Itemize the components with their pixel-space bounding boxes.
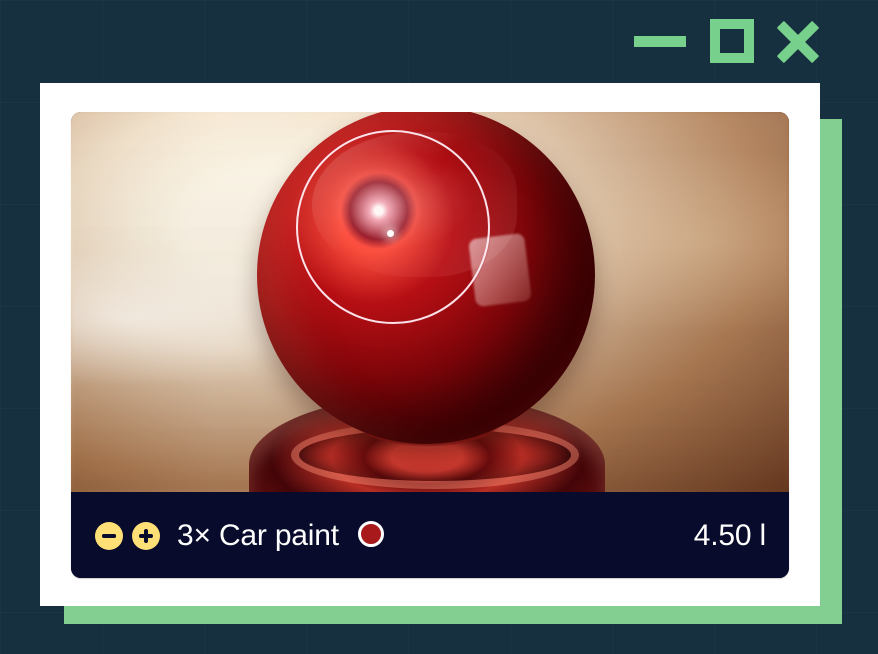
reflection-highlight-ring	[296, 130, 490, 324]
window-controls	[634, 18, 824, 66]
product-info-bar: 3× Car paint 4.50 l	[71, 492, 789, 578]
product-title: 3× Car paint	[177, 519, 339, 552]
product-window: 3× Car paint 4.50 l	[40, 83, 820, 606]
minimize-icon[interactable]	[634, 36, 686, 47]
specular-glint	[387, 230, 394, 237]
maximize-icon[interactable]	[710, 19, 754, 63]
color-swatch	[358, 521, 384, 547]
car-paint-material-preview	[71, 112, 789, 492]
product-card: 3× Car paint 4.50 l	[71, 112, 789, 578]
increase-quantity-button[interactable]	[132, 522, 160, 550]
desktop-background: 3× Car paint 4.50 l	[0, 0, 878, 654]
product-volume: 4.50 l	[693, 519, 766, 552]
close-icon[interactable]	[776, 20, 820, 64]
decrease-quantity-button[interactable]	[95, 522, 123, 550]
